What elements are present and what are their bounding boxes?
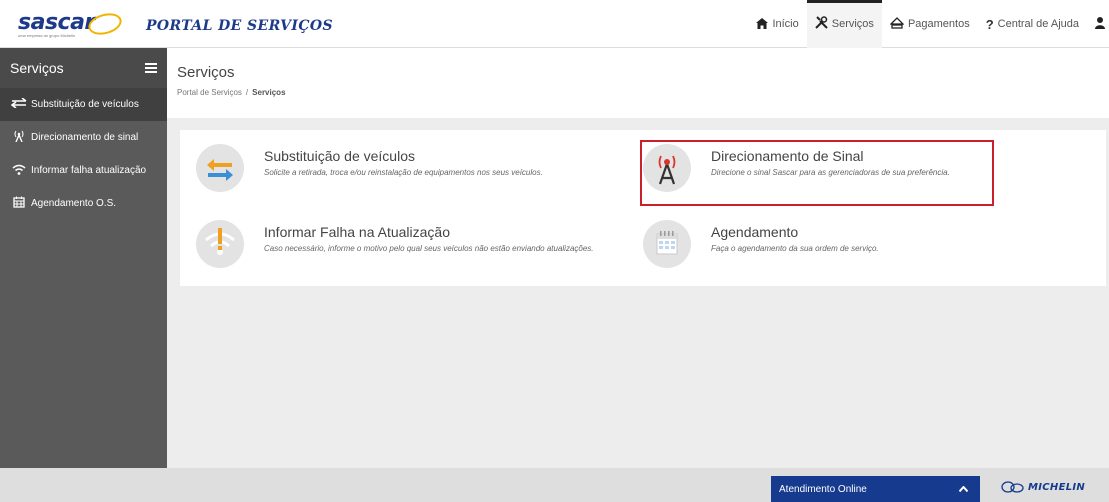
michelin-man-icon — [1000, 480, 1026, 494]
logo-tagline: uma empresa do grupo Michelin — [18, 33, 76, 38]
calendar-icon — [643, 220, 691, 268]
breadcrumb: Portal de Serviços / Serviços — [177, 88, 286, 97]
highlight-box — [640, 140, 994, 206]
wifi-icon — [196, 220, 244, 268]
top-navigation: Início Serviços Pagamentos ? Central de … — [748, 0, 1109, 48]
sidebar-item-substituicao[interactable]: Substituição de veículos — [0, 88, 167, 121]
breadcrumb-separator: / — [245, 88, 249, 97]
nav-central-ajuda[interactable]: ? Central de Ajuda — [978, 0, 1087, 48]
chevron-up-icon — [958, 484, 969, 494]
sidebar: Serviços Substituição de veículos Direci… — [0, 48, 167, 468]
nav-central-ajuda-label: Central de Ajuda — [997, 18, 1079, 30]
online-support-button[interactable]: Atendimento Online — [771, 476, 980, 502]
card-title: Agendamento — [711, 224, 799, 240]
logo-wordmark: sascar — [18, 10, 95, 35]
card-title: Informar Falha na Atualização — [264, 224, 450, 240]
sidebar-title: Serviços — [10, 60, 64, 76]
online-support-label: Atendimento Online — [779, 483, 867, 495]
sascar-logo[interactable]: sascar uma empresa do grupo Michelin — [18, 9, 128, 42]
nav-inicio-label: Início — [772, 18, 799, 30]
breadcrumb-link-portal[interactable]: Portal de Serviços — [177, 88, 242, 97]
portal-title: PORTAL DE SERVIÇOS — [146, 18, 334, 34]
swap-arrows-icon — [10, 97, 28, 111]
card-informar-falha[interactable]: Informar Falha na Atualização Caso neces… — [196, 220, 604, 268]
home-icon — [756, 17, 769, 32]
piggy-bank-icon — [889, 16, 905, 32]
nav-pagamentos-label: Pagamentos — [907, 18, 970, 30]
breadcrumb-current: Serviços — [252, 88, 286, 97]
sidebar-item-agendamento[interactable]: Agendamento O.S. — [0, 187, 167, 220]
hamburger-menu-icon[interactable] — [145, 63, 157, 73]
page-title: Serviços — [177, 64, 235, 81]
page-header: Serviços Portal de Serviços / Serviços — [167, 48, 1109, 118]
card-substituicao[interactable]: Substituição de veículos Solicite a reti… — [196, 144, 543, 192]
nav-pagamentos[interactable]: Pagamentos — [882, 0, 978, 48]
nav-servicos[interactable]: Serviços — [806, 0, 882, 48]
question-icon: ? — [985, 16, 994, 32]
sidebar-item-label: Substituição de veículos — [31, 99, 139, 110]
sidebar-item-informar-falha[interactable]: Informar falha atualização — [0, 154, 167, 187]
sidebar-item-label: Informar falha atualização — [31, 165, 147, 176]
wifi-icon — [10, 164, 28, 178]
nav-servicos-label: Serviços — [831, 18, 874, 30]
michelin-logo: MICHELIN — [1000, 480, 1085, 494]
sidebar-header: Serviços — [0, 48, 167, 88]
sidebar-item-label: Direcionamento de sinal — [31, 132, 139, 143]
card-agendamento[interactable]: Agendamento Faça o agendamento da sua or… — [643, 220, 879, 268]
sidebar-item-label: Agendamento O.S. — [31, 198, 117, 209]
header: sascar uma empresa do grupo Michelin POR… — [0, 0, 1109, 48]
calendar-icon — [10, 196, 28, 211]
signal-tower-icon — [10, 130, 28, 145]
michelin-wordmark: MICHELIN — [1028, 481, 1086, 493]
user-icon — [1095, 16, 1105, 32]
sidebar-item-direcionamento[interactable]: Direcionamento de sinal — [0, 121, 167, 154]
card-title: Substituição de veículos — [264, 148, 415, 164]
swap-arrows-icon — [196, 144, 244, 192]
nav-user[interactable] — [1087, 0, 1109, 48]
nav-inicio[interactable]: Início — [748, 0, 806, 48]
card-description: Caso necessário, informe o motivo pelo q… — [264, 244, 594, 253]
card-description: Faça o agendamento da sua ordem de servi… — [711, 244, 879, 253]
tools-icon — [815, 16, 828, 32]
card-description: Solicite a retirada, troca e/ou reinstal… — [264, 168, 543, 177]
